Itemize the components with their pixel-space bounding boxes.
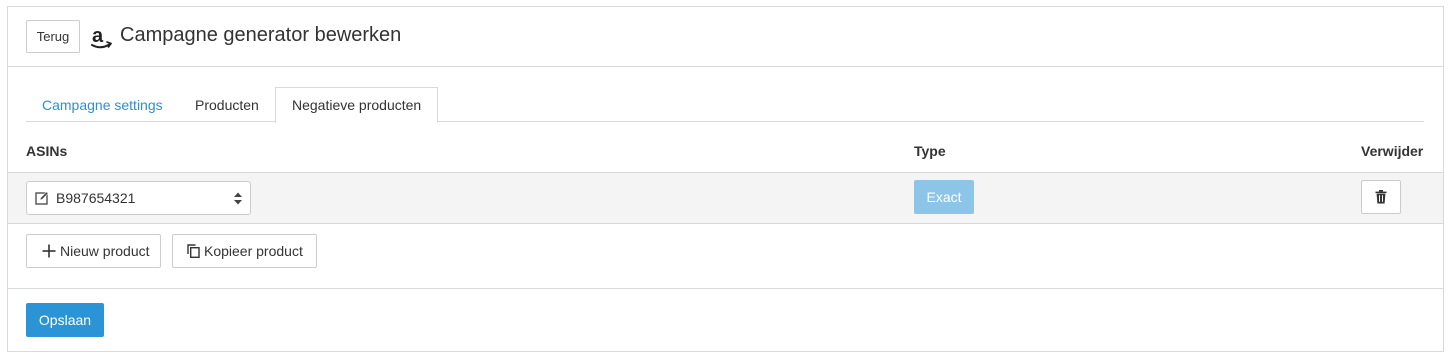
card-header: Terug a Campagne generator bewerken	[8, 7, 1443, 67]
column-header-verwijder: Verwijder	[1361, 143, 1424, 159]
chevron-updown-icon	[234, 192, 242, 205]
save-button[interactable]: Opslaan	[26, 303, 104, 337]
copy-icon	[187, 244, 200, 258]
amazon-icon: a	[91, 25, 112, 49]
tab-bar: Campagne settings Producten Negatieve pr…	[26, 87, 1424, 123]
back-button[interactable]: Terug	[26, 20, 80, 53]
trash-icon	[1375, 190, 1387, 204]
campaign-editor-card: Terug a Campagne generator bewerken Camp…	[7, 6, 1444, 352]
new-product-label: Nieuw product	[60, 243, 150, 259]
page-title: Campagne generator bewerken	[120, 24, 402, 46]
new-product-button[interactable]: Nieuw product	[26, 234, 161, 268]
asin-select[interactable]: B987654321	[26, 181, 251, 215]
copy-product-label: Kopieer product	[204, 243, 303, 259]
tab-negatieve-producten[interactable]: Negatieve producten	[275, 87, 439, 123]
footer-divider	[8, 288, 1443, 289]
column-header-asins: ASINs	[26, 143, 68, 159]
edit-icon	[35, 191, 49, 205]
plus-icon	[42, 244, 56, 258]
copy-product-button[interactable]: Kopieer product	[172, 234, 317, 268]
delete-row-button[interactable]	[1361, 180, 1401, 214]
column-header-type: Type	[914, 143, 946, 159]
tab-producten[interactable]: Producten	[179, 87, 275, 122]
asin-value: B987654321	[56, 190, 136, 206]
svg-text:a: a	[92, 25, 104, 47]
type-exact-button[interactable]: Exact	[914, 180, 974, 214]
tab-campagne-settings[interactable]: Campagne settings	[26, 87, 179, 122]
